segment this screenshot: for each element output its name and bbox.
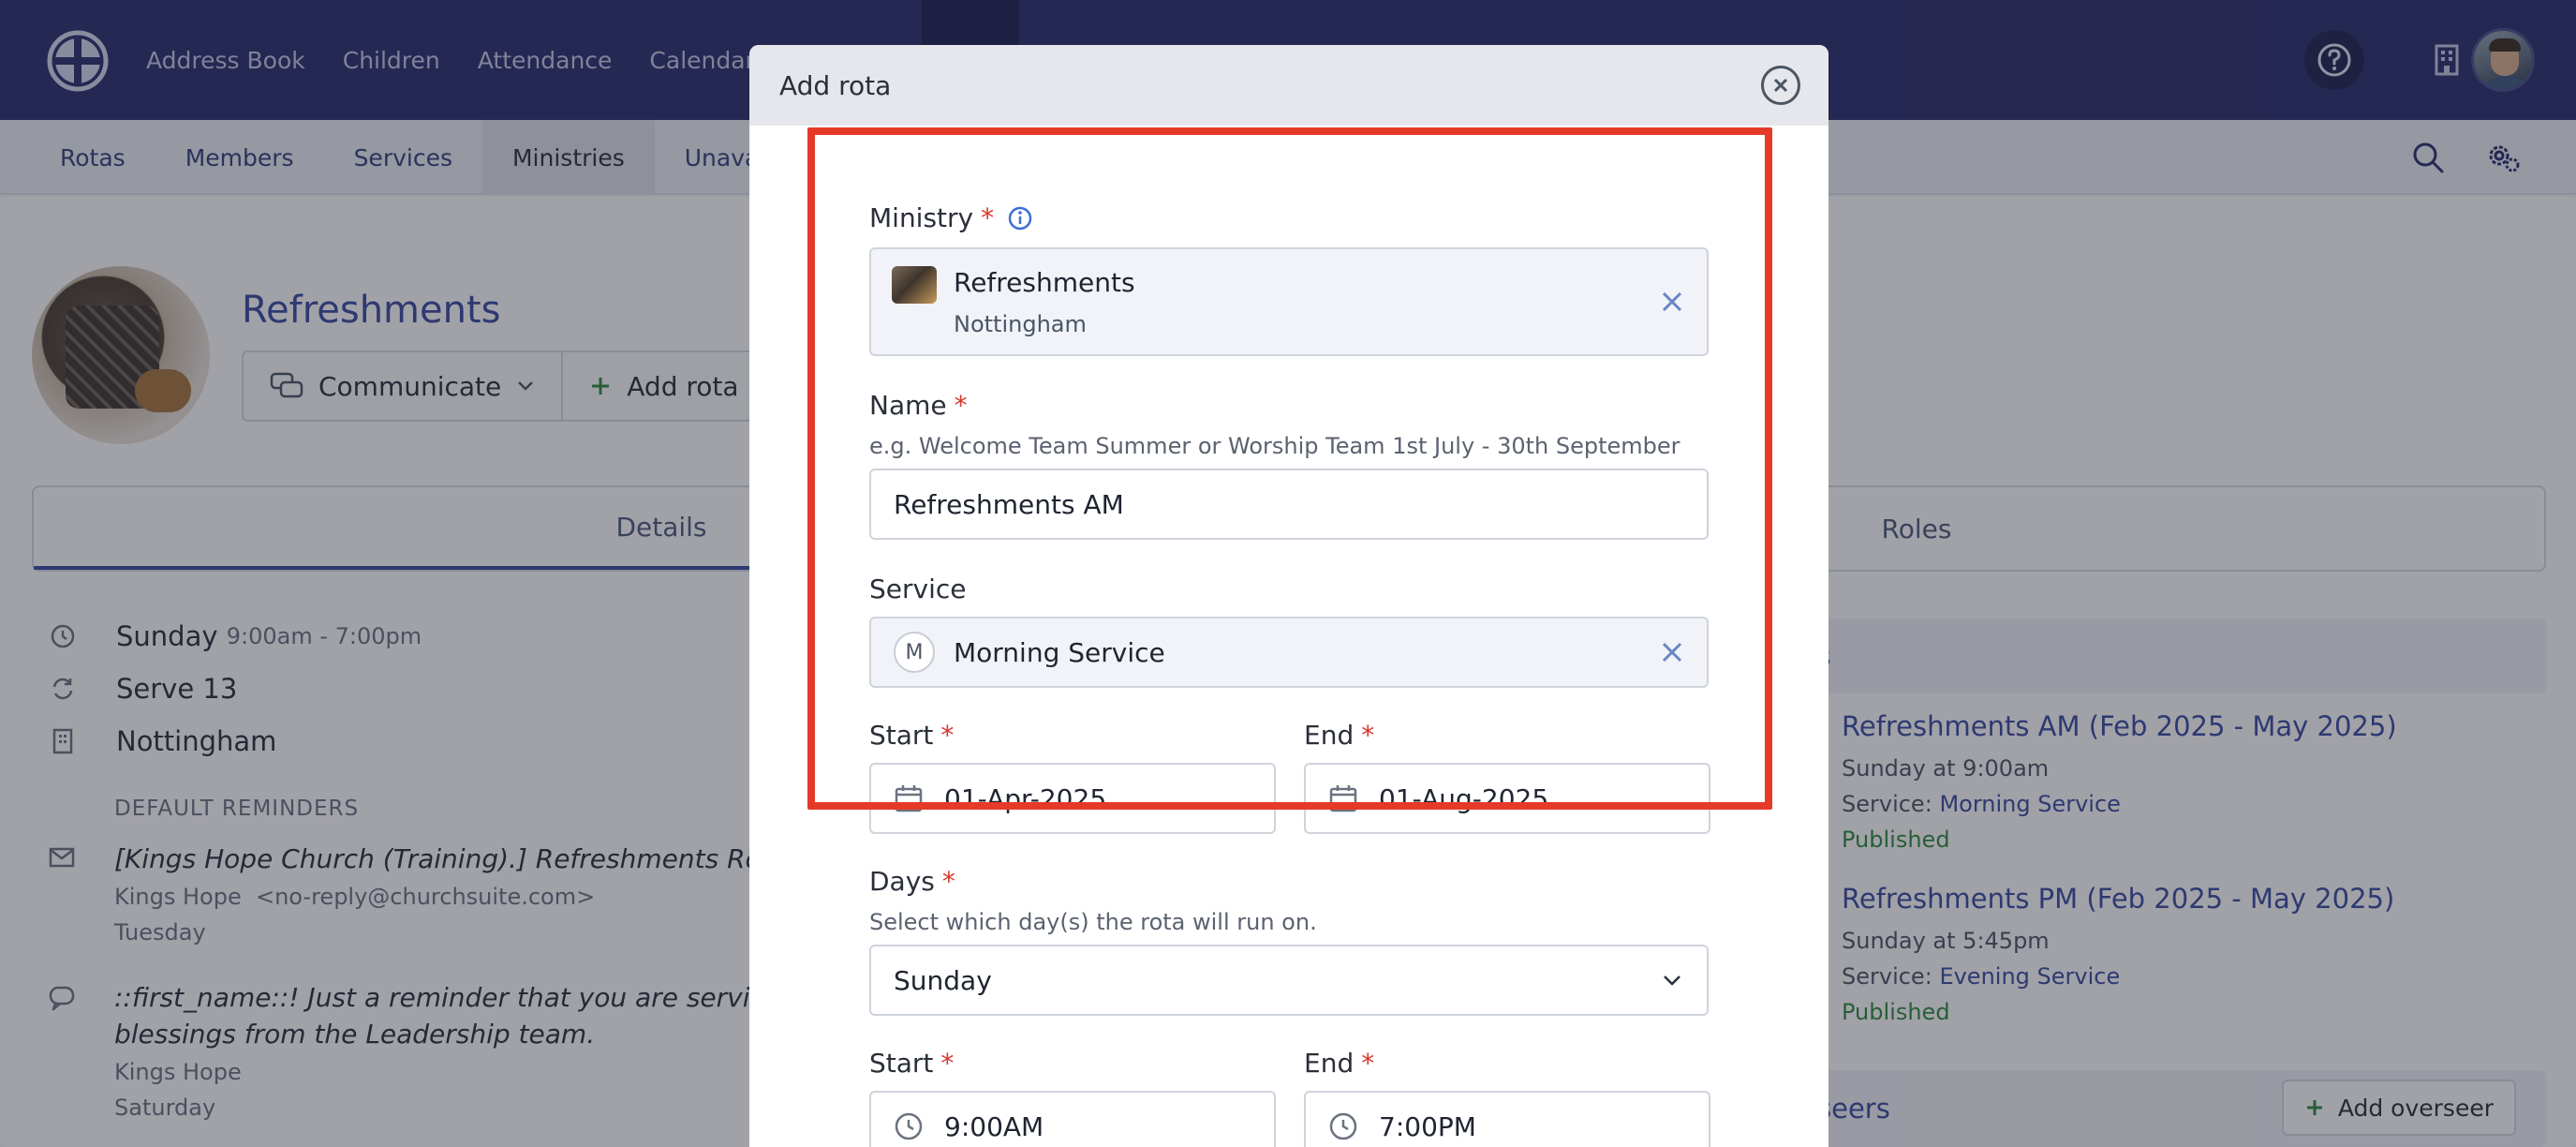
end-date-input[interactable]: 01-Aug-2025 bbox=[1304, 763, 1710, 834]
start-time-label: Start * bbox=[869, 1048, 954, 1079]
ministry-value: Refreshments bbox=[954, 266, 1135, 298]
name-value: Refreshments AM bbox=[894, 488, 1124, 520]
start-date-input[interactable]: 01-Apr-2025 bbox=[869, 763, 1276, 834]
ministry-selected: Refreshments Nottingham bbox=[954, 267, 1135, 337]
info-icon[interactable] bbox=[1007, 205, 1033, 231]
start-time-input[interactable]: 9:00AM bbox=[869, 1091, 1276, 1147]
end-time-input[interactable]: 7:00PM bbox=[1304, 1091, 1710, 1147]
service-label: Service bbox=[869, 574, 966, 604]
end-date-label: End * bbox=[1304, 720, 1374, 751]
close-icon[interactable] bbox=[1761, 66, 1800, 105]
required-marker: * bbox=[940, 720, 955, 751]
ministry-label-text: Ministry bbox=[869, 202, 974, 233]
end-time-label: End * bbox=[1304, 1048, 1374, 1079]
required-marker: * bbox=[941, 866, 955, 897]
start-date-label-text: Start bbox=[869, 720, 934, 751]
clock-icon bbox=[1329, 1112, 1357, 1140]
add-rota-modal: Add rota Ministry * Refreshments Nottingh… bbox=[749, 45, 1828, 1147]
days-hint: Select which day(s) the rota will run on… bbox=[869, 909, 1317, 935]
start-time-value: 9:00AM bbox=[944, 1110, 1044, 1142]
start-date-value: 01-Apr-2025 bbox=[944, 782, 1107, 814]
ministry-select[interactable]: Refreshments Nottingham bbox=[869, 247, 1709, 356]
modal-header: Add rota bbox=[749, 45, 1828, 126]
modal-title: Add rota bbox=[779, 69, 892, 101]
required-marker: * bbox=[1361, 1048, 1375, 1079]
end-date-label-text: End bbox=[1304, 720, 1355, 751]
start-time-label-text: Start bbox=[869, 1048, 934, 1079]
ministry-label: Ministry * bbox=[869, 202, 1033, 233]
days-label-text: Days bbox=[869, 866, 935, 897]
name-input[interactable]: Refreshments AM bbox=[869, 469, 1709, 540]
end-date-value: 01-Aug-2025 bbox=[1379, 782, 1549, 814]
calendar-icon bbox=[1329, 785, 1357, 812]
chevron-down-icon bbox=[1664, 976, 1680, 986]
required-marker: * bbox=[981, 202, 995, 233]
name-label: Name * bbox=[869, 390, 968, 421]
clear-icon[interactable] bbox=[1660, 640, 1684, 664]
name-hint: e.g. Welcome Team Summer or Worship Team… bbox=[869, 433, 1680, 459]
days-value: Sunday bbox=[894, 964, 992, 996]
service-initial-badge: M bbox=[894, 632, 935, 673]
clear-icon[interactable] bbox=[1660, 290, 1684, 314]
service-select[interactable]: M Morning Service bbox=[869, 617, 1709, 688]
service-value: Morning Service bbox=[954, 636, 1165, 668]
required-marker: * bbox=[1361, 720, 1375, 751]
calendar-icon bbox=[895, 785, 923, 812]
required-marker: * bbox=[954, 390, 968, 421]
required-marker: * bbox=[940, 1048, 955, 1079]
days-label: Days * bbox=[869, 866, 955, 897]
days-select[interactable]: Sunday bbox=[869, 945, 1709, 1016]
clock-icon bbox=[895, 1112, 923, 1140]
ministry-thumbnail bbox=[892, 266, 937, 304]
name-label-text: Name bbox=[869, 390, 947, 421]
end-time-label-text: End bbox=[1304, 1048, 1355, 1079]
service-label-text: Service bbox=[869, 574, 967, 604]
end-time-value: 7:00PM bbox=[1379, 1110, 1476, 1142]
ministry-site: Nottingham bbox=[954, 310, 1087, 337]
start-date-label: Start * bbox=[869, 720, 954, 751]
